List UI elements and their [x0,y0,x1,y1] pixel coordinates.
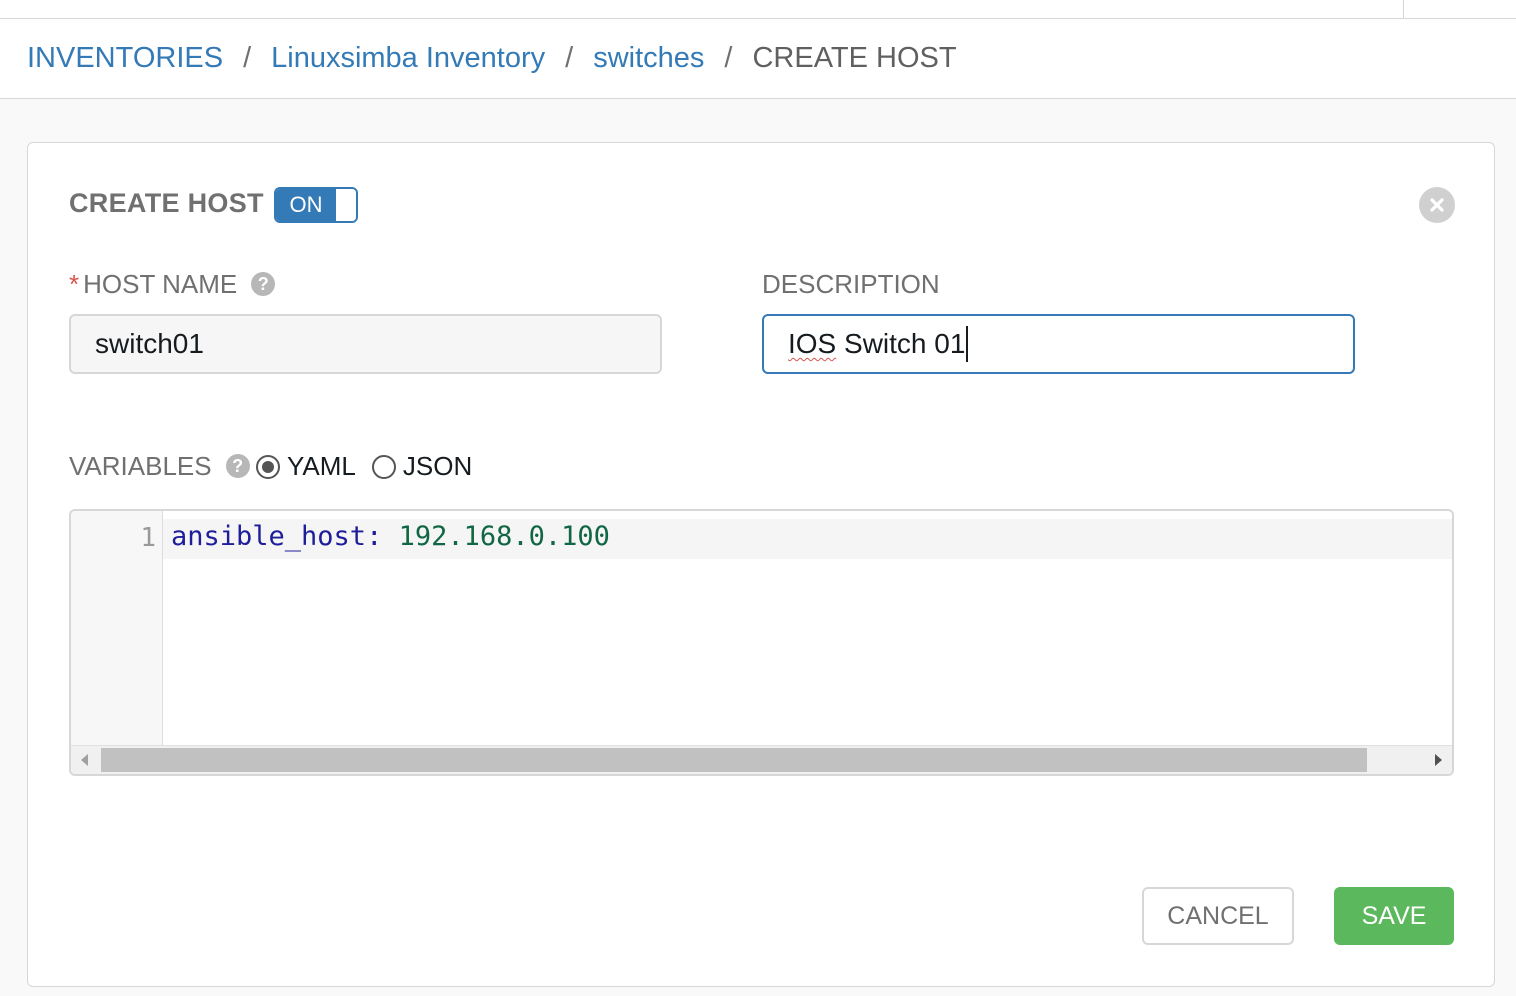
horizontal-scrollbar[interactable] [71,745,1452,774]
editor-gutter: 1 [71,511,163,747]
help-icon[interactable]: ? [225,454,250,479]
radio-yaml-label: YAML [287,451,356,481]
top-bar [0,0,1516,19]
radio-json-label: JSON [402,451,473,481]
radio-json[interactable]: JSON [371,451,473,482]
breadcrumb-inventory[interactable]: Linuxsimba Inventory [271,42,545,75]
code-line: ansible_host: 192.168.0.100 [171,521,610,552]
cancel-button[interactable]: CANCEL [1142,887,1294,945]
variables-code-editor[interactable]: 1 ansible_host: 192.168.0.100 [69,509,1454,776]
breadcrumb: INVENTORIES / Linuxsimba Inventory / swi… [0,19,1516,99]
close-icon[interactable] [1419,187,1455,223]
scrollbar-thumb[interactable] [101,748,1367,772]
format-radio-group: YAML JSON [256,451,488,482]
breadcrumb-separator: / [724,42,733,74]
panel-title: CREATE HOST [69,188,264,218]
line-number: 1 [140,523,156,553]
yaml-value: 192.168.0.100 [398,521,610,552]
host-name-input[interactable]: switch01 [69,314,662,374]
breadcrumb-inventories[interactable]: INVENTORIES [27,42,223,75]
breadcrumb-separator: / [243,42,252,74]
create-host-panel: CREATE HOST ON * HOST NAME? switch01 DESC… [27,142,1495,987]
text-caret [966,326,969,362]
description-label: DESCRIPTION [762,269,940,299]
variables-label: VARIABLES [69,451,212,481]
radio-unchecked-icon [371,454,396,479]
yaml-key: ansible_host [171,521,367,552]
host-name-label: HOST NAME [83,269,238,299]
toggle-knob [336,189,356,221]
host-name-label-group: * HOST NAME? [69,269,276,300]
description-value: Switch 01 [836,328,966,359]
breadcrumb-group[interactable]: switches [593,42,704,75]
top-bar-divider [1403,0,1404,18]
host-name-value: switch01 [95,328,204,359]
help-icon[interactable]: ? [251,272,276,297]
yaml-colon: : [366,521,383,552]
radio-dot [262,460,274,473]
radio-yaml[interactable]: YAML [256,451,356,482]
required-mark: * [69,269,80,299]
breadcrumb-current: CREATE HOST [752,42,957,74]
scroll-left-arrow-icon[interactable] [81,754,88,766]
description-input[interactable]: IOS Switch 01 [762,314,1355,374]
breadcrumb-separator: / [565,42,574,74]
close-x-glyph [1430,198,1444,212]
toggle-on-label: ON [276,189,336,221]
scroll-right-arrow-icon[interactable] [1435,754,1442,766]
radio-checked-icon [256,454,280,479]
enabled-toggle[interactable]: ON [274,187,358,223]
save-button[interactable]: SAVE [1334,887,1454,945]
variables-label-group: VARIABLES? [69,451,250,482]
description-misspelled-word: IOS [788,328,837,359]
